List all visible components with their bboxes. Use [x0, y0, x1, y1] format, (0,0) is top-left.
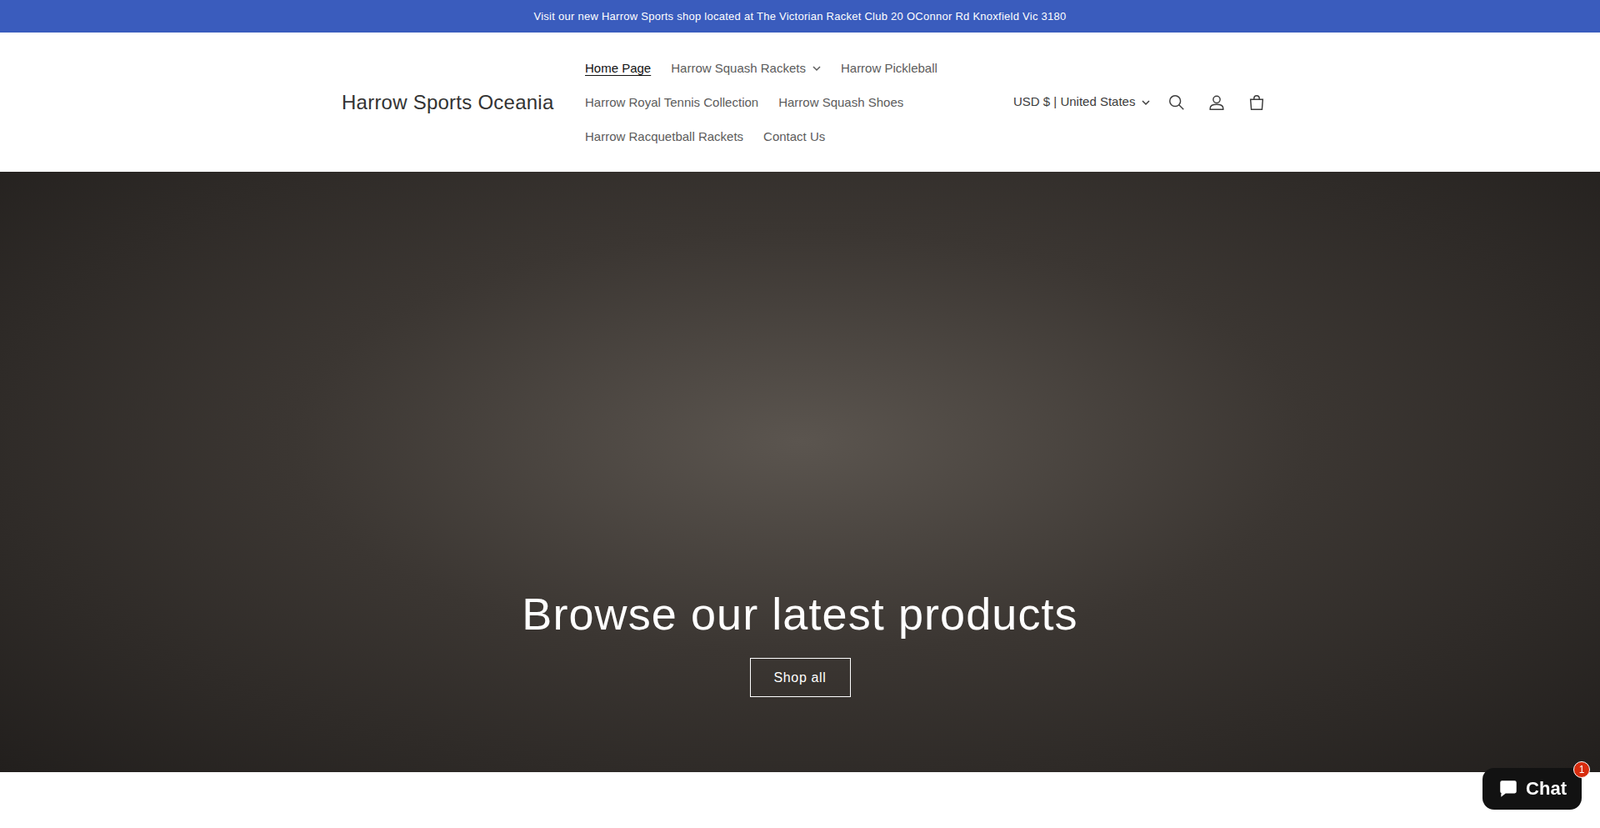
- header-tools: USD $ | United States: [1008, 84, 1275, 121]
- nav-label: Contact Us: [763, 127, 825, 145]
- nav-item[interactable]: Harrow Squash Shoes: [768, 85, 914, 120]
- announcement-bar: Visit our new Harrow Sports shop located…: [0, 0, 1600, 33]
- site-header: Harrow Sports Oceania Home Page Harrow Sq…: [0, 32, 1600, 172]
- cart-button[interactable]: [1238, 84, 1275, 121]
- user-icon: [1207, 93, 1226, 112]
- nav-item[interactable]: Harrow Racquetball Rackets: [575, 119, 754, 154]
- nav-kind: [805, 64, 821, 73]
- main-nav: Home Page Harrow Squash Rackets Harrow Pic…: [575, 50, 1009, 154]
- chevron-down-icon: [812, 64, 821, 73]
- nav-item[interactable]: Home Page: [575, 50, 661, 85]
- header-inner: Harrow Sports Oceania Home Page Harrow Sq…: [341, 50, 1259, 154]
- nav-label: Harrow Pickleball: [840, 59, 938, 77]
- search-icon: [1167, 93, 1186, 112]
- chat-bubble-icon: [1497, 777, 1520, 800]
- nav-item[interactable]: Harrow Squash Rackets: [660, 50, 831, 85]
- chevron-down-icon: [1141, 98, 1150, 107]
- hero-banner: Browse our latest products Shop all: [0, 171, 1600, 772]
- nav-item[interactable]: Contact Us: [753, 119, 835, 154]
- hero-heading: Browse our latest products: [521, 586, 1078, 641]
- nav-label: Home Page: [585, 59, 651, 77]
- currency-selector[interactable]: USD $ | United States: [1008, 85, 1155, 119]
- logo[interactable]: Harrow Sports Oceania: [341, 87, 575, 118]
- bag-icon: [1247, 93, 1266, 112]
- nav-label: Harrow Squash Shoes: [778, 93, 904, 111]
- nav-label: Harrow Racquetball Rackets: [585, 127, 744, 145]
- nav-item[interactable]: Harrow Royal Tennis Collection: [575, 85, 769, 120]
- chat-button[interactable]: Chat 1: [1482, 767, 1582, 810]
- account-button[interactable]: [1198, 84, 1235, 121]
- currency-label: USD $ | United States: [1013, 92, 1135, 112]
- shop-all-button[interactable]: Shop all: [750, 657, 851, 697]
- nav-item[interactable]: Harrow Pickleball: [830, 50, 948, 85]
- announcement-text: Visit our new Harrow Sports shop located…: [533, 8, 1066, 25]
- chat-label: Chat: [1525, 779, 1567, 798]
- nav-label: Harrow Royal Tennis Collection: [585, 93, 759, 111]
- nav-label: Harrow Squash Rackets: [670, 59, 806, 77]
- chat-badge: 1: [1573, 760, 1590, 778]
- search-button[interactable]: [1158, 84, 1195, 121]
